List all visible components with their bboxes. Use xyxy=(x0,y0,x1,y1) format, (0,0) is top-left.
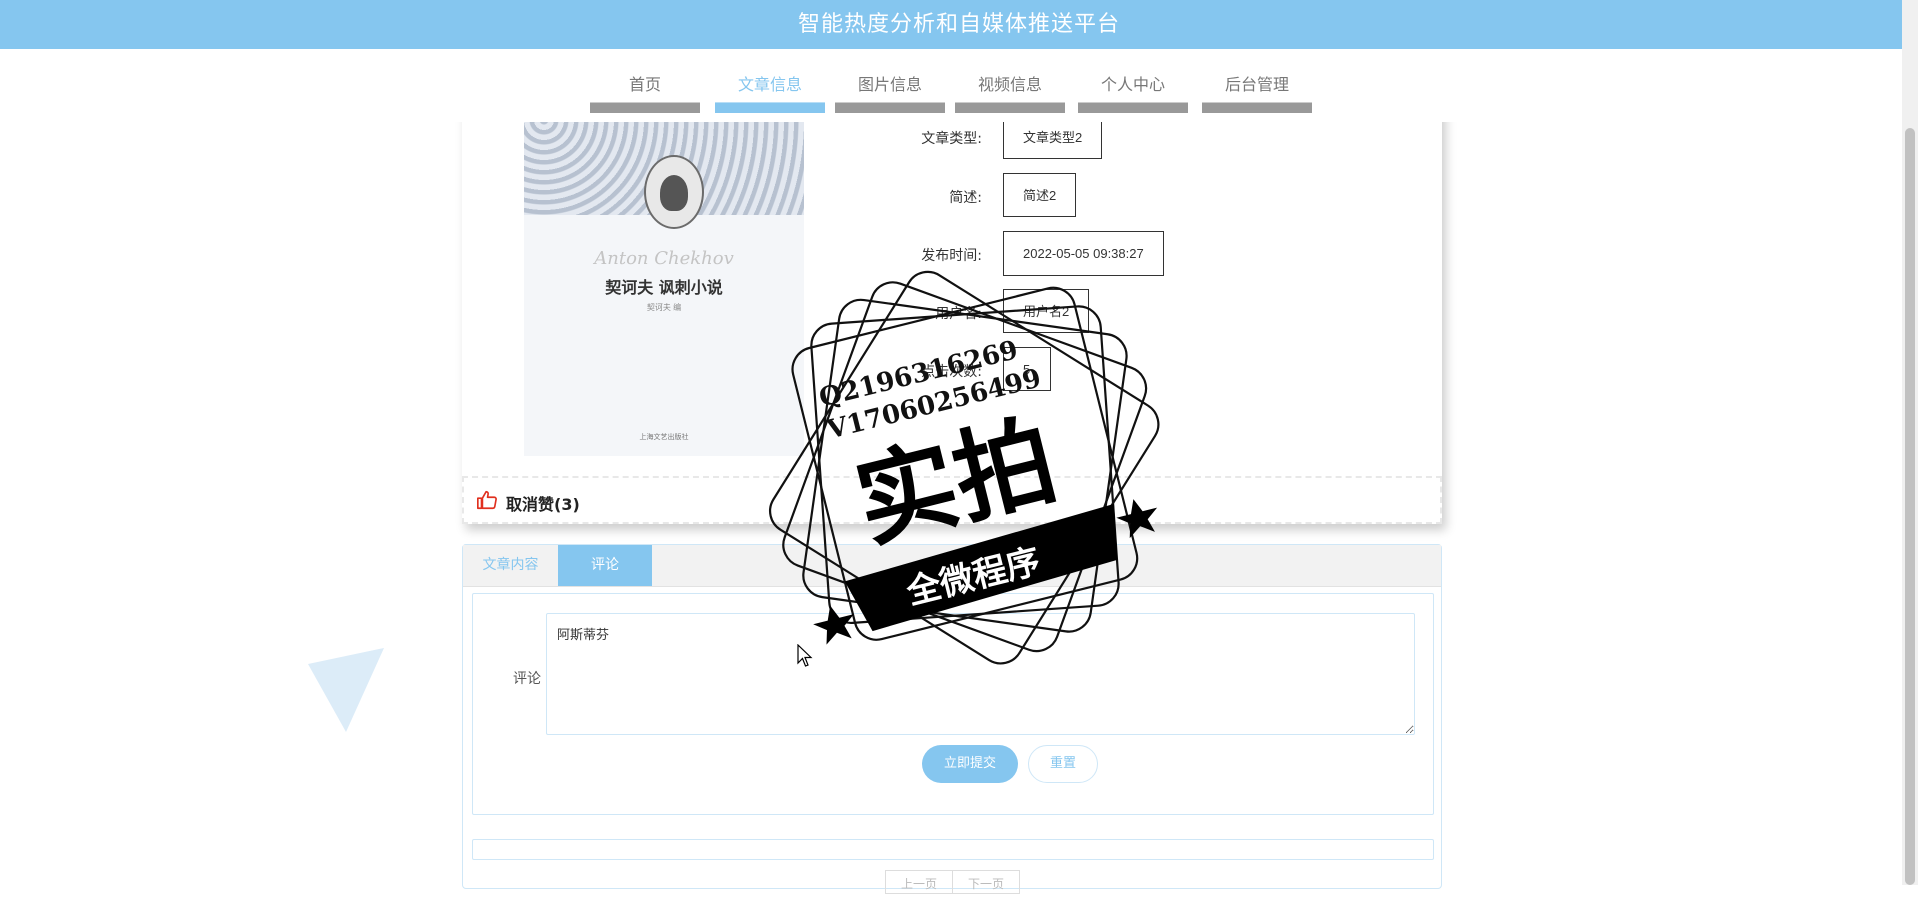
nav-indicator xyxy=(1202,102,1312,113)
nav-admin[interactable]: 后台管理 xyxy=(1202,49,1312,113)
cover-publisher: 上海文艺出版社 xyxy=(639,434,689,441)
nav-images[interactable]: 图片信息 xyxy=(835,49,945,113)
nav-profile-label: 个人中心 xyxy=(1100,75,1165,94)
click-count-label: 点击次数: xyxy=(921,364,982,380)
nav-indicator xyxy=(955,102,1065,113)
nav-videos-label: 视频信息 xyxy=(977,75,1042,94)
prev-page-button[interactable]: 上一页 xyxy=(885,870,953,894)
nav-indicator-active xyxy=(715,102,825,113)
site-title: 智能热度分析和自媒体推送平台 xyxy=(0,0,1918,49)
cover-subtitle: 契诃夫 编 xyxy=(646,303,682,312)
nav-indicator xyxy=(1078,102,1188,113)
username-label: 用户名: xyxy=(935,306,982,322)
cover-portrait xyxy=(644,155,704,229)
nav-articles-label: 文章信息 xyxy=(737,75,802,94)
scrollbar-thumb[interactable] xyxy=(1905,128,1915,885)
article-detail-card: Anton Chekhov 契诃夫 讽刺小说 契诃夫 编 上海文艺出版社 文章类… xyxy=(462,100,1442,524)
cover-script-text: Anton Chekhov xyxy=(594,248,734,269)
nav-images-label: 图片信息 xyxy=(857,75,922,94)
summary-label: 简述: xyxy=(949,190,982,206)
click-count-value: 5 xyxy=(1003,347,1051,391)
comment-form: 评论 立即提交 重置 xyxy=(472,593,1434,815)
submit-button[interactable]: 立即提交 xyxy=(922,745,1018,783)
article-cover-image: Anton Chekhov 契诃夫 讽刺小说 契诃夫 编 上海文艺出版社 xyxy=(524,100,804,456)
nav-profile[interactable]: 个人中心 xyxy=(1078,49,1188,113)
nav-indicator xyxy=(835,102,945,113)
thumbs-up-icon[interactable] xyxy=(476,489,498,511)
mouse-cursor-icon xyxy=(797,644,813,667)
article-type-label: 文章类型: xyxy=(921,131,982,147)
nav-indicator xyxy=(590,102,700,113)
comment-label: 评论 xyxy=(513,671,541,687)
comment-input[interactable] xyxy=(546,613,1415,735)
main-nav: 首页 文章信息 图片信息 视频信息 个人中心 后台管理 xyxy=(0,49,1902,122)
summary-value: 简述2 xyxy=(1003,173,1077,217)
tab-comments[interactable]: 评论 xyxy=(558,545,652,586)
cover-title: 契诃夫 讽刺小说 xyxy=(605,278,723,297)
comment-list xyxy=(472,839,1434,860)
decorative-triangle xyxy=(308,648,384,732)
unlike-button[interactable]: 取消赞(3) xyxy=(506,491,580,515)
tab-header: 文章内容 评论 xyxy=(463,545,1441,587)
nav-home-label: 首页 xyxy=(628,75,661,94)
article-tabs: 文章内容 评论 评论 立即提交 重置 上一页 下一页 xyxy=(462,544,1442,894)
publish-time-value: 2022-05-05 09:38:27 xyxy=(1003,231,1164,276)
nav-admin-label: 后台管理 xyxy=(1224,75,1289,94)
reset-button[interactable]: 重置 xyxy=(1028,745,1098,783)
publish-time-label: 发布时间: xyxy=(921,248,982,264)
vertical-scrollbar[interactable] xyxy=(1902,0,1918,885)
like-bar: 取消赞(3) xyxy=(462,476,1442,524)
username-value: 用户名2 xyxy=(1003,289,1090,333)
tab-article-content[interactable]: 文章内容 xyxy=(463,545,558,586)
nav-videos[interactable]: 视频信息 xyxy=(955,49,1065,113)
next-page-button[interactable]: 下一页 xyxy=(952,870,1020,894)
nav-articles[interactable]: 文章信息 xyxy=(715,49,825,113)
nav-home[interactable]: 首页 xyxy=(590,49,700,113)
